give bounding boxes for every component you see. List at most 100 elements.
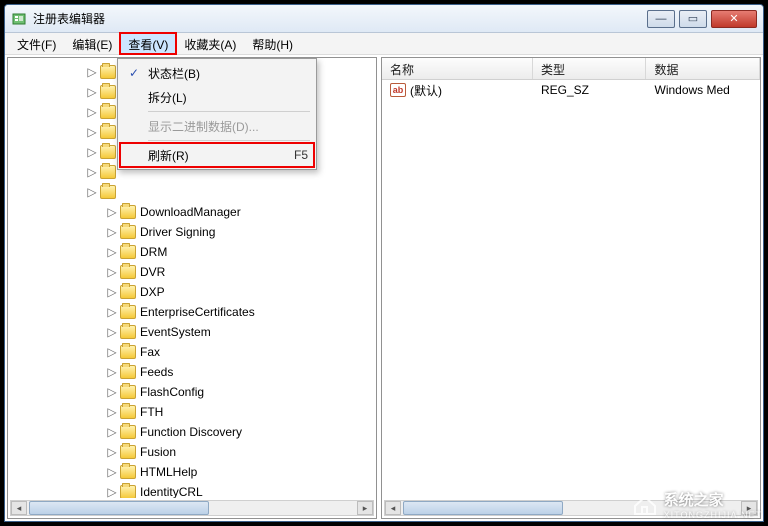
tree-row[interactable]: ▷DVR xyxy=(14,262,376,282)
expander-icon[interactable]: ▷ xyxy=(106,305,118,319)
column-name[interactable]: 名称 xyxy=(382,58,533,79)
expander-icon[interactable]: ▷ xyxy=(86,85,98,99)
scroll-thumb[interactable] xyxy=(403,501,563,515)
menu-edit[interactable]: 编辑(E) xyxy=(64,33,120,54)
expander-icon[interactable]: ▷ xyxy=(106,385,118,399)
tree-row[interactable]: ▷ IdentityCRL xyxy=(14,482,376,498)
scroll-right-arrow-icon[interactable]: ▸ xyxy=(357,501,373,515)
tree-row[interactable]: ▷ DXP xyxy=(14,282,376,302)
expander-icon[interactable]: ▷ xyxy=(86,65,98,79)
folder-icon xyxy=(100,125,116,139)
tree-label: EventSystem xyxy=(140,325,211,339)
value-data: Windows Med xyxy=(647,81,761,99)
tree-row[interactable]: ▷ DRM xyxy=(14,242,376,262)
expander-icon[interactable]: ▷ xyxy=(106,325,118,339)
tree-row[interactable]: ▷ HTMLHelp xyxy=(14,462,376,482)
content-area: ▷▷▷▷▷▷▷▷DownloadManager▷Driver Signing▷D… xyxy=(5,55,763,521)
expander-icon[interactable]: ▷ xyxy=(106,485,118,498)
tree-row[interactable]: ▷FTH xyxy=(14,402,376,422)
expander-icon[interactable]: ▷ xyxy=(106,365,118,379)
folder-icon xyxy=(120,285,136,299)
expander-icon[interactable]: ▷ xyxy=(86,105,98,119)
expander-icon[interactable]: ▷ xyxy=(86,165,98,179)
list-row[interactable]: ab(默认)REG_SZWindows Med xyxy=(382,80,760,100)
menu-item-status-bar[interactable]: ✓ 状态栏(B) xyxy=(120,61,314,85)
tree-label: Driver Signing xyxy=(140,225,215,239)
menu-help[interactable]: 帮助(H) xyxy=(244,33,301,54)
tree-row[interactable]: ▷ Fax xyxy=(14,342,376,362)
menu-item-label: 显示二进制数据(D)... xyxy=(148,118,259,135)
tree-horizontal-scrollbar[interactable]: ◂ ▸ xyxy=(10,500,374,516)
expander-icon[interactable]: ▷ xyxy=(106,465,118,479)
tree-label: DownloadManager xyxy=(140,205,241,219)
watermark-text: 系统之家 xyxy=(664,492,724,509)
close-button[interactable]: ✕ xyxy=(711,10,757,28)
tree-label: DRM xyxy=(140,245,167,259)
tree-label: Fax xyxy=(140,345,160,359)
tree-pane: ▷▷▷▷▷▷▷▷DownloadManager▷Driver Signing▷D… xyxy=(7,57,377,519)
menu-item-label: 拆分(L) xyxy=(148,89,187,106)
expander-icon[interactable]: ▷ xyxy=(86,185,98,199)
expander-icon[interactable]: ▷ xyxy=(86,125,98,139)
folder-icon xyxy=(120,405,136,419)
list-header: 名称 类型 数据 xyxy=(382,58,760,80)
folder-icon xyxy=(120,445,136,459)
expander-icon[interactable]: ▷ xyxy=(106,245,118,259)
expander-icon[interactable]: ▷ xyxy=(106,405,118,419)
app-icon xyxy=(11,11,27,27)
menu-separator xyxy=(148,111,310,112)
tree-label: DXP xyxy=(140,285,165,299)
tree-row[interactable]: ▷Fusion xyxy=(14,442,376,462)
expander-icon[interactable]: ▷ xyxy=(106,205,118,219)
menu-item-refresh[interactable]: 刷新(R) F5 xyxy=(120,143,314,167)
folder-icon xyxy=(120,205,136,219)
tree-row[interactable]: ▷Function Discovery xyxy=(14,422,376,442)
folder-icon xyxy=(100,85,116,99)
menu-separator xyxy=(148,140,310,141)
tree-row[interactable]: ▷ Feeds xyxy=(14,362,376,382)
tree-row[interactable]: ▷ EventSystem xyxy=(14,322,376,342)
registry-editor-window: 注册表编辑器 — ▭ ✕ 文件(F) 编辑(E) 查看(V) 收藏夹(A) 帮助… xyxy=(4,4,764,522)
tree-row[interactable]: ▷ DownloadManager xyxy=(14,202,376,222)
folder-icon xyxy=(100,165,116,179)
tree-row[interactable]: ▷ xyxy=(14,182,376,202)
expander-icon[interactable]: ▷ xyxy=(106,265,118,279)
tree-label: HTMLHelp xyxy=(140,465,197,479)
menu-bar: 文件(F) 编辑(E) 查看(V) 收藏夹(A) 帮助(H) xyxy=(5,33,763,55)
tree-label: EnterpriseCertificates xyxy=(140,305,255,319)
folder-icon xyxy=(120,265,136,279)
menu-item-split[interactable]: 拆分(L) xyxy=(120,85,314,109)
menu-file[interactable]: 文件(F) xyxy=(9,33,64,54)
folder-icon xyxy=(100,145,116,159)
expander-icon[interactable]: ▷ xyxy=(106,445,118,459)
value-name: (默认) xyxy=(410,82,442,99)
watermark: 系统之家 XITONGZHIJIA.NET xyxy=(632,489,762,520)
expander-icon[interactable]: ▷ xyxy=(106,345,118,359)
tree-label: IdentityCRL xyxy=(140,485,203,498)
minimize-button[interactable]: — xyxy=(647,10,675,28)
tree-row[interactable]: ▷ EnterpriseCertificates xyxy=(14,302,376,322)
view-menu-dropdown: ✓ 状态栏(B) 拆分(L) 显示二进制数据(D)... 刷新(R) F5 xyxy=(117,58,317,170)
expander-icon[interactable]: ▷ xyxy=(86,145,98,159)
maximize-button[interactable]: ▭ xyxy=(679,10,707,28)
expander-icon[interactable]: ▷ xyxy=(106,425,118,439)
scroll-left-arrow-icon[interactable]: ◂ xyxy=(11,501,27,515)
scroll-thumb[interactable] xyxy=(29,501,209,515)
window-buttons: — ▭ ✕ xyxy=(643,10,757,28)
values-list[interactable]: ab(默认)REG_SZWindows Med xyxy=(382,80,760,100)
folder-icon xyxy=(120,225,136,239)
column-data[interactable]: 数据 xyxy=(646,58,760,79)
expander-icon[interactable]: ▷ xyxy=(106,225,118,239)
menu-view[interactable]: 查看(V) xyxy=(120,33,176,54)
scroll-left-arrow-icon[interactable]: ◂ xyxy=(385,501,401,515)
tree-row[interactable]: ▷FlashConfig xyxy=(14,382,376,402)
tree-row[interactable]: ▷ Driver Signing xyxy=(14,222,376,242)
column-type[interactable]: 类型 xyxy=(533,58,647,79)
values-pane: 名称 类型 数据 ab(默认)REG_SZWindows Med ◂ ▸ xyxy=(381,57,761,519)
expander-icon[interactable]: ▷ xyxy=(106,285,118,299)
folder-icon xyxy=(100,65,116,79)
title-bar[interactable]: 注册表编辑器 — ▭ ✕ xyxy=(5,5,763,33)
scroll-track[interactable] xyxy=(27,501,357,515)
menu-favorites[interactable]: 收藏夹(A) xyxy=(176,33,244,54)
tree-label: Feeds xyxy=(140,365,173,379)
